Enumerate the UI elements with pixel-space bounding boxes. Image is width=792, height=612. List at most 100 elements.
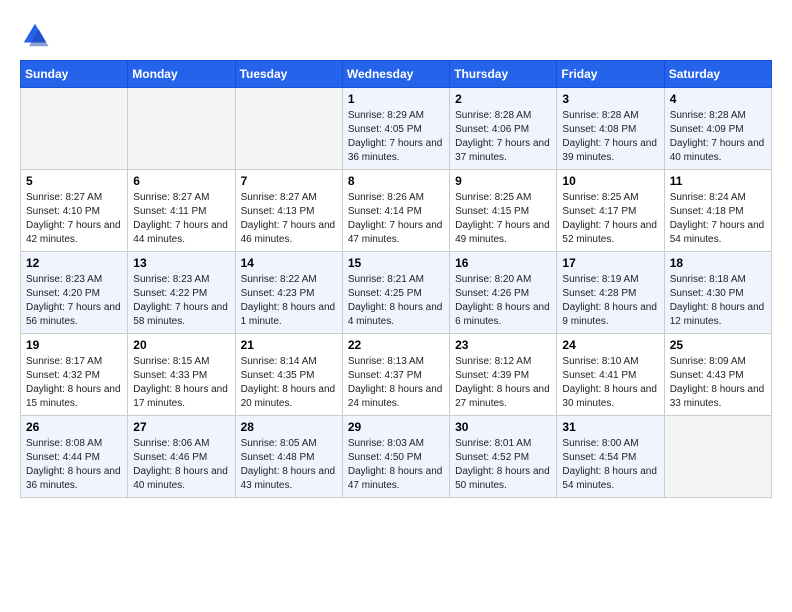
- week-row-1: 1 Sunrise: 8:29 AM Sunset: 4:05 PM Daylig…: [21, 88, 772, 170]
- day-cell: 7 Sunrise: 8:27 AM Sunset: 4:13 PM Daylig…: [235, 170, 342, 252]
- day-number: 1: [348, 92, 444, 106]
- day-number: 9: [455, 174, 551, 188]
- day-number: 8: [348, 174, 444, 188]
- day-number: 19: [26, 338, 122, 352]
- day-number: 17: [562, 256, 658, 270]
- day-cell: 4 Sunrise: 8:28 AM Sunset: 4:09 PM Daylig…: [664, 88, 771, 170]
- day-cell: 25 Sunrise: 8:09 AM Sunset: 4:43 PM Dayli…: [664, 334, 771, 416]
- day-info: Sunrise: 8:26 AM Sunset: 4:14 PM Dayligh…: [348, 191, 444, 247]
- day-cell: 17Sunrise: 8:19 AM Sunset: 4:28 PM Dayli…: [557, 252, 664, 334]
- week-row-2: 5 Sunrise: 8:27 AM Sunset: 4:10 PM Daylig…: [21, 170, 772, 252]
- day-info: Sunrise: 8:15 AM Sunset: 4:33 PM Dayligh…: [133, 355, 229, 411]
- day-number: 5: [26, 174, 122, 188]
- logo: [20, 20, 54, 50]
- day-info: Sunrise: 8:27 AM Sunset: 4:10 PM Dayligh…: [26, 191, 122, 247]
- day-cell: 23 Sunrise: 8:12 AM Sunset: 4:39 PM Dayli…: [450, 334, 557, 416]
- calendar-table: SundayMondayTuesdayWednesdayThursdayFrid…: [20, 60, 772, 498]
- day-cell: 30 Sunrise: 8:01 AM Sunset: 4:52 PM Dayli…: [450, 416, 557, 498]
- day-info: Sunrise: 8:24 AM Sunset: 4:18 PM Dayligh…: [670, 191, 766, 247]
- day-info: Sunrise: 8:05 AM Sunset: 4:48 PM Dayligh…: [241, 437, 337, 493]
- day-info: Sunrise: 8:03 AM Sunset: 4:50 PM Dayligh…: [348, 437, 444, 493]
- day-cell: [235, 88, 342, 170]
- day-number: 7: [241, 174, 337, 188]
- day-number: 22: [348, 338, 444, 352]
- day-number: 27: [133, 420, 229, 434]
- day-info: Sunrise: 8:14 AM Sunset: 4:35 PM Dayligh…: [241, 355, 337, 411]
- day-info: Sunrise: 8:17 AM Sunset: 4:32 PM Dayligh…: [26, 355, 122, 411]
- day-number: 29: [348, 420, 444, 434]
- week-row-3: 12Sunrise: 8:23 AM Sunset: 4:20 PM Dayli…: [21, 252, 772, 334]
- day-number: 31: [562, 420, 658, 434]
- day-info: Sunrise: 8:28 AM Sunset: 4:09 PM Dayligh…: [670, 109, 766, 165]
- day-cell: 14 Sunrise: 8:22 AM Sunset: 4:23 PM Dayli…: [235, 252, 342, 334]
- day-info: Sunrise: 8:28 AM Sunset: 4:08 PM Dayligh…: [562, 109, 658, 165]
- day-number: 3: [562, 92, 658, 106]
- day-number: 16: [455, 256, 551, 270]
- day-info: Sunrise: 8:29 AM Sunset: 4:05 PM Dayligh…: [348, 109, 444, 165]
- day-cell: 20 Sunrise: 8:15 AM Sunset: 4:33 PM Dayli…: [128, 334, 235, 416]
- day-number: 28: [241, 420, 337, 434]
- day-info: Sunrise: 8:00 AM Sunset: 4:54 PM Dayligh…: [562, 437, 658, 493]
- day-cell: 5 Sunrise: 8:27 AM Sunset: 4:10 PM Daylig…: [21, 170, 128, 252]
- day-number: 4: [670, 92, 766, 106]
- day-number: 11: [670, 174, 766, 188]
- day-info: Sunrise: 8:21 AM Sunset: 4:25 PM Dayligh…: [348, 273, 444, 329]
- day-number: 24: [562, 338, 658, 352]
- day-cell: 27 Sunrise: 8:06 AM Sunset: 4:46 PM Dayli…: [128, 416, 235, 498]
- day-info: Sunrise: 8:28 AM Sunset: 4:06 PM Dayligh…: [455, 109, 551, 165]
- day-cell: 31 Sunrise: 8:00 AM Sunset: 4:54 PM Dayli…: [557, 416, 664, 498]
- day-number: 20: [133, 338, 229, 352]
- day-number: 25: [670, 338, 766, 352]
- day-cell: 1 Sunrise: 8:29 AM Sunset: 4:05 PM Daylig…: [342, 88, 449, 170]
- day-number: 30: [455, 420, 551, 434]
- logo-icon: [20, 20, 50, 50]
- day-info: Sunrise: 8:13 AM Sunset: 4:37 PM Dayligh…: [348, 355, 444, 411]
- day-info: Sunrise: 8:12 AM Sunset: 4:39 PM Dayligh…: [455, 355, 551, 411]
- page-header: [20, 20, 772, 50]
- day-info: Sunrise: 8:18 AM Sunset: 4:30 PM Dayligh…: [670, 273, 766, 329]
- column-header-tuesday: Tuesday: [235, 61, 342, 88]
- day-number: 13: [133, 256, 229, 270]
- day-info: Sunrise: 8:06 AM Sunset: 4:46 PM Dayligh…: [133, 437, 229, 493]
- day-number: 23: [455, 338, 551, 352]
- day-cell: 2 Sunrise: 8:28 AM Sunset: 4:06 PM Daylig…: [450, 88, 557, 170]
- column-header-friday: Friday: [557, 61, 664, 88]
- day-cell: 19 Sunrise: 8:17 AM Sunset: 4:32 PM Dayli…: [21, 334, 128, 416]
- day-cell: 18 Sunrise: 8:18 AM Sunset: 4:30 PM Dayli…: [664, 252, 771, 334]
- day-info: Sunrise: 8:27 AM Sunset: 4:13 PM Dayligh…: [241, 191, 337, 247]
- day-number: 26: [26, 420, 122, 434]
- day-cell: 15 Sunrise: 8:21 AM Sunset: 4:25 PM Dayli…: [342, 252, 449, 334]
- day-cell: [21, 88, 128, 170]
- day-info: Sunrise: 8:01 AM Sunset: 4:52 PM Dayligh…: [455, 437, 551, 493]
- day-cell: 12Sunrise: 8:23 AM Sunset: 4:20 PM Dayli…: [21, 252, 128, 334]
- day-info: Sunrise: 8:25 AM Sunset: 4:17 PM Dayligh…: [562, 191, 658, 247]
- column-header-sunday: Sunday: [21, 61, 128, 88]
- day-info: Sunrise: 8:10 AM Sunset: 4:41 PM Dayligh…: [562, 355, 658, 411]
- day-number: 18: [670, 256, 766, 270]
- day-cell: [664, 416, 771, 498]
- week-row-5: 26 Sunrise: 8:08 AM Sunset: 4:44 PM Dayli…: [21, 416, 772, 498]
- day-cell: 22 Sunrise: 8:13 AM Sunset: 4:37 PM Dayli…: [342, 334, 449, 416]
- day-cell: 26 Sunrise: 8:08 AM Sunset: 4:44 PM Dayli…: [21, 416, 128, 498]
- day-cell: 8 Sunrise: 8:26 AM Sunset: 4:14 PM Daylig…: [342, 170, 449, 252]
- day-number: 14: [241, 256, 337, 270]
- day-cell: 6Sunrise: 8:27 AM Sunset: 4:11 PM Daylig…: [128, 170, 235, 252]
- day-cell: 16Sunrise: 8:20 AM Sunset: 4:26 PM Dayli…: [450, 252, 557, 334]
- column-header-thursday: Thursday: [450, 61, 557, 88]
- day-info: Sunrise: 8:25 AM Sunset: 4:15 PM Dayligh…: [455, 191, 551, 247]
- day-cell: 11 Sunrise: 8:24 AM Sunset: 4:18 PM Dayli…: [664, 170, 771, 252]
- day-info: Sunrise: 8:09 AM Sunset: 4:43 PM Dayligh…: [670, 355, 766, 411]
- calendar-header-row: SundayMondayTuesdayWednesdayThursdayFrid…: [21, 61, 772, 88]
- day-number: 6: [133, 174, 229, 188]
- day-info: Sunrise: 8:22 AM Sunset: 4:23 PM Dayligh…: [241, 273, 337, 329]
- day-cell: 24 Sunrise: 8:10 AM Sunset: 4:41 PM Dayli…: [557, 334, 664, 416]
- column-header-saturday: Saturday: [664, 61, 771, 88]
- day-number: 12: [26, 256, 122, 270]
- day-number: 15: [348, 256, 444, 270]
- column-header-wednesday: Wednesday: [342, 61, 449, 88]
- day-number: 2: [455, 92, 551, 106]
- day-cell: 21Sunrise: 8:14 AM Sunset: 4:35 PM Dayli…: [235, 334, 342, 416]
- day-info: Sunrise: 8:08 AM Sunset: 4:44 PM Dayligh…: [26, 437, 122, 493]
- day-cell: [128, 88, 235, 170]
- day-cell: 10Sunrise: 8:25 AM Sunset: 4:17 PM Dayli…: [557, 170, 664, 252]
